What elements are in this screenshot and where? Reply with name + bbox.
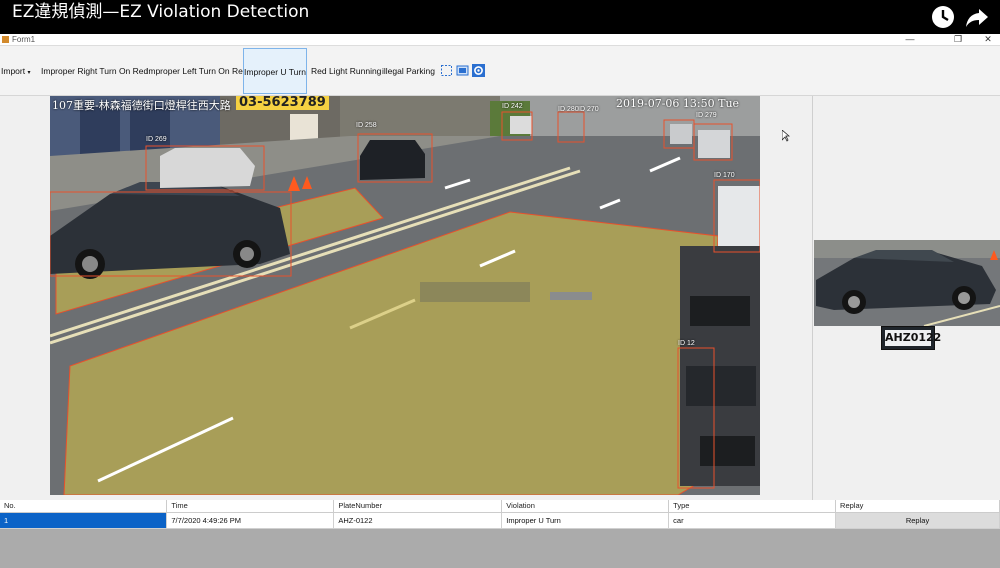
column-header-replay[interactable]: Replay	[835, 500, 1000, 513]
violation-vehicle-thumbnail	[814, 240, 1000, 326]
app-icon	[2, 36, 9, 43]
maximize-button[interactable]: ❐	[948, 34, 968, 45]
replay-button[interactable]: Replay	[835, 512, 1000, 529]
detection-id-label: ID 170	[714, 172, 735, 179]
mouse-cursor-icon	[782, 130, 790, 142]
column-header-no[interactable]: No.	[0, 500, 168, 513]
close-button[interactable]: ✕	[978, 34, 998, 45]
column-header-type[interactable]: Type	[668, 500, 837, 513]
improper-right-turn-button[interactable]: Improper Right Turn On Red	[41, 48, 148, 94]
column-header-violation[interactable]: Violation	[501, 500, 670, 513]
license-plate-crop: AHZ0122	[881, 326, 942, 350]
video-frame: 107重要‑林森福德街口燈桿往西大路 03-5623789 2019‑07‑06…	[50, 96, 760, 495]
import-label: Import	[1, 66, 26, 76]
cell-violation[interactable]: Improper U Turn	[501, 512, 670, 529]
detection-id-label: ID 269	[146, 136, 167, 143]
panel-divider	[812, 96, 813, 500]
improper-u-turn-button[interactable]: Improper U Turn	[243, 48, 307, 94]
red-light-running-button[interactable]: Red Light Running	[311, 48, 381, 94]
crop-icon[interactable]	[456, 64, 469, 77]
cell-no[interactable]: 1	[0, 512, 168, 529]
improper-left-turn-button[interactable]: Improper Left Turn On Red	[146, 48, 248, 94]
table-row[interactable]: 1 7/7/2020 4:49:26 PM AHZ-0122 Improper …	[0, 512, 1000, 529]
illegal-parking-button[interactable]: illegal Parking	[382, 48, 435, 94]
settings-gear-icon[interactable]	[472, 64, 485, 77]
detection-id-label: ID 12	[678, 340, 695, 347]
video-title-bar: EZ違規偵測—EZ Violation Detection	[0, 0, 1000, 34]
video-location-overlay: 107重要‑林森福德街口燈桿往西大路	[52, 99, 231, 112]
watch-later-clock-icon[interactable]	[930, 4, 956, 30]
grid-header-row: No. Time PlateNumber Violation Type Repl…	[0, 500, 1000, 513]
detection-id-label: ID 242	[502, 103, 523, 110]
cell-plate-number[interactable]: AHZ-0122	[333, 512, 503, 529]
detection-id-label: ID 279	[696, 112, 717, 119]
video-timestamp-overlay: 2019‑07‑06 13:50 Tue	[616, 97, 740, 110]
results-table: No. Time PlateNumber Violation Type Repl…	[0, 500, 1000, 529]
window-title: Form1	[12, 35, 36, 44]
street-scene	[50, 96, 760, 495]
license-plate-text: AHZ0122	[885, 330, 942, 346]
cell-time[interactable]: 7/7/2020 4:49:26 PM	[166, 512, 335, 529]
detection-id-label: ID 280	[558, 106, 579, 113]
import-menu[interactable]: Import ▾	[1, 48, 30, 94]
detection-id-label: ID 258	[356, 122, 377, 129]
app-window: Form1 — ❐ ✕ Import ▾ Improper Right Turn…	[0, 34, 1000, 568]
select-region-icon[interactable]	[440, 64, 453, 77]
window-title-bar: Form1 — ❐ ✕	[0, 34, 1000, 46]
toolbar: Import ▾ Improper Right Turn On Red Impr…	[0, 46, 1000, 96]
violation-results-grid: No. Time PlateNumber Violation Type Repl…	[0, 500, 1000, 568]
column-header-plate-number[interactable]: PlateNumber	[333, 500, 503, 513]
share-arrow-icon[interactable]	[964, 4, 990, 30]
cell-type[interactable]: car	[668, 512, 837, 529]
phone-number-sign: 03-5623789	[236, 96, 329, 110]
dropdown-arrow-icon: ▾	[27, 70, 31, 76]
video-title: EZ違規偵測—EZ Violation Detection	[12, 2, 310, 22]
column-header-time[interactable]: Time	[166, 500, 335, 513]
minimize-button[interactable]: —	[900, 34, 920, 45]
detection-id-label: ID 270	[578, 106, 599, 113]
